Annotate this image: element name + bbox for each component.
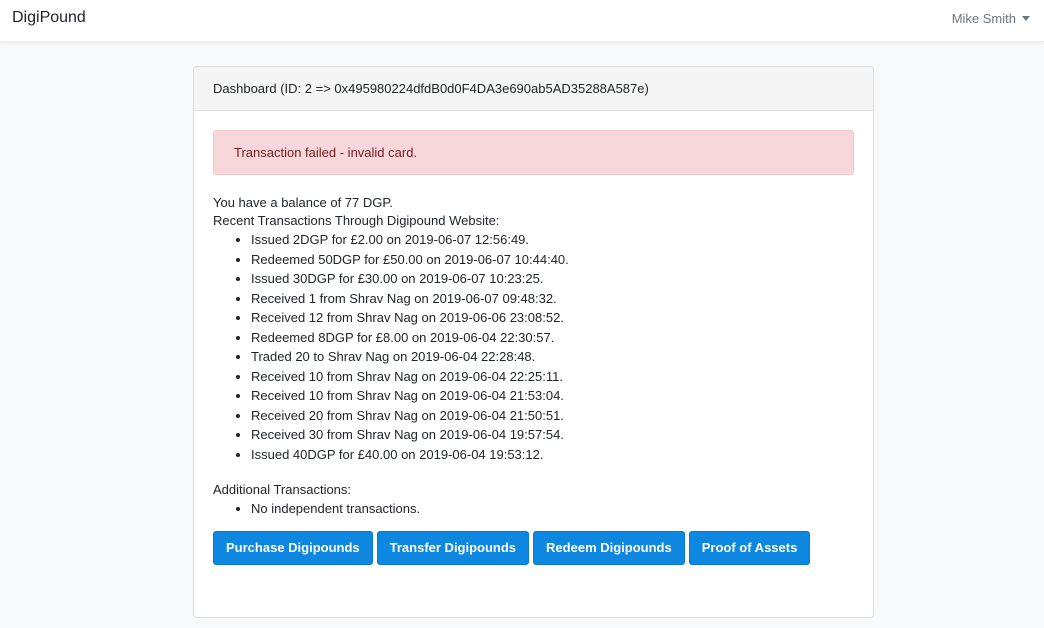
user-menu-dropdown[interactable]: Mike Smith: [952, 11, 1030, 26]
recent-transactions-title: Recent Transactions Through Digipound We…: [213, 213, 500, 228]
dashboard-body: Transaction failed - invalid card. You h…: [194, 111, 873, 584]
purchase-digipounds-button[interactable]: Purchase Digipounds: [213, 530, 373, 565]
list-item: No independent transactions.: [251, 499, 854, 519]
list-item: Redeemed 50DGP for £50.00 on 2019-06-07 …: [251, 250, 854, 270]
dashboard-header: Dashboard (ID: 2 => 0x495980224dfdB0d0F4…: [194, 67, 873, 111]
list-item: Received 10 from Shrav Nag on 2019-06-04…: [251, 386, 854, 406]
list-item: Issued 40DGP for £40.00 on 2019-06-04 19…: [251, 445, 854, 465]
list-item: Received 20 from Shrav Nag on 2019-06-04…: [251, 406, 854, 426]
proof-of-assets-button[interactable]: Proof of Assets: [688, 530, 811, 565]
action-buttons: Purchase Digipounds Transfer Digipounds …: [213, 530, 854, 565]
transfer-digipounds-button[interactable]: Transfer Digipounds: [376, 530, 530, 565]
caret-down-icon: [1022, 16, 1030, 21]
dashboard-card: Dashboard (ID: 2 => 0x495980224dfdB0d0F4…: [193, 66, 874, 618]
additional-transactions-title: Additional Transactions:: [213, 482, 352, 497]
user-name: Mike Smith: [951, 11, 1016, 26]
list-item: Received 10 from Shrav Nag on 2019-06-04…: [251, 367, 854, 387]
additional-transactions-list: No independent transactions.: [213, 499, 854, 519]
redeem-digipounds-button[interactable]: Redeem Digipounds: [533, 530, 685, 565]
list-item: Issued 2DGP for £2.00 on 2019-06-07 12:5…: [251, 230, 854, 250]
brand-link[interactable]: DigiPound: [12, 9, 86, 27]
top-navbar: DigiPound Mike Smith: [0, 0, 1044, 42]
list-item: Received 1 from Shrav Nag on 2019-06-07 …: [251, 289, 854, 309]
error-alert: Transaction failed - invalid card.: [213, 130, 854, 175]
list-item: Received 12 from Shrav Nag on 2019-06-06…: [251, 308, 854, 328]
list-item: Issued 30DGP for £30.00 on 2019-06-07 10…: [251, 269, 854, 289]
list-item: Received 30 from Shrav Nag on 2019-06-04…: [251, 425, 854, 445]
list-item: Redeemed 8DGP for £8.00 on 2019-06-04 22…: [251, 328, 854, 348]
list-item: Traded 20 to Shrav Nag on 2019-06-04 22:…: [251, 347, 854, 367]
balance-text: You have a balance of 77 DGP.: [213, 195, 393, 210]
recent-transactions-list: Issued 2DGP for £2.00 on 2019-06-07 12:5…: [213, 230, 854, 464]
